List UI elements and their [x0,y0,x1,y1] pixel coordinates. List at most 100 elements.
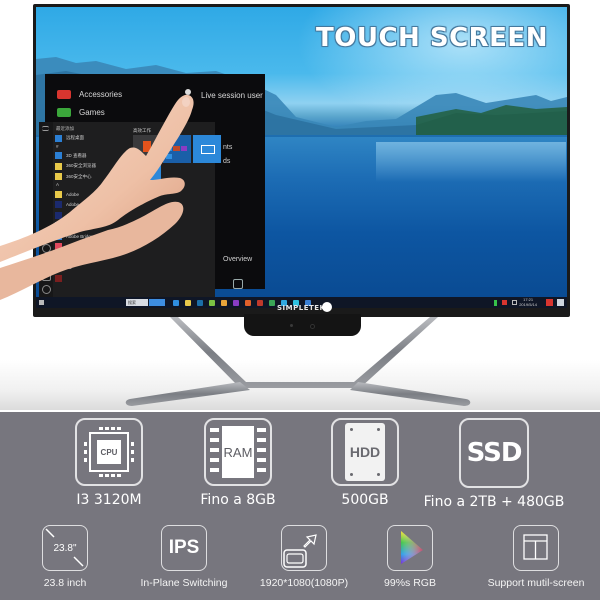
lake-reflection [376,142,566,182]
app-label: Adobe [66,254,80,260]
resolution-icon [281,525,327,571]
split-screen-glyph [523,534,548,560]
app-list-item[interactable]: Adobe [55,252,129,263]
ssd-icon-text: SSD [466,438,523,468]
menu-item-accessories[interactable]: Accessories [57,90,122,99]
feature-resolution: 1920*1080(1080P) [244,525,364,589]
app-list-item[interactable]: Adobe Bridge [55,210,129,221]
app-icon [55,134,62,142]
ips-icon-text: IPS [168,537,200,558]
app-icon [55,243,62,251]
start-menu-rail [39,122,53,297]
app-icon [55,222,62,230]
app-list-letter-header[interactable]: # [55,144,129,151]
app-list-item[interactable]: 360安全浏览器 [55,161,129,172]
partial-menu-item[interactable]: ds [223,158,230,165]
app-icon [55,232,62,240]
settings-icon[interactable] [42,285,51,294]
features-panel: CPU I3 3120M RAM Fino a 8GB HDD 500GB SS… [0,412,600,600]
app-label: Adobe Bridge [66,233,94,239]
document-icon[interactable] [42,258,51,267]
feature-label: 99%s RGB [384,577,436,589]
app-icon [55,152,62,160]
app-list-item[interactable]: 远程桌面 [55,133,129,144]
app-list-item[interactable]: Adobe After Effects [55,200,129,211]
app-label: 360安全浏览器 [66,163,97,169]
app-icon [55,211,62,219]
tile-app[interactable] [133,165,161,193]
app-label: Adobe After Effects [66,202,105,208]
app-icon [55,162,62,170]
app-list-item[interactable]: Adobe [55,189,129,200]
red-folder-icon [57,90,71,99]
app-icon [55,201,62,209]
app-list-item[interactable]: Ad [55,263,129,274]
menu-item-label: Accessories [79,90,123,99]
app-list-item[interactable]: Adobe Bridge [55,231,129,242]
live-session-user[interactable]: Live session user [183,89,263,101]
ram-icon: RAM [204,418,272,486]
monitor-screen: TOUCH SCREEN Accessories Games Live sess… [36,7,567,308]
pictures-icon[interactable] [42,272,51,281]
app-icon [55,274,62,282]
feature-label: I3 3120M [76,492,142,508]
rgb-triangle [401,531,423,564]
ram-icon-text: RAM [222,426,254,478]
app-list-item[interactable]: Adobe Bridge [55,221,129,232]
menu-item-games[interactable]: Games [57,108,105,117]
tile-office[interactable]: Office [133,135,161,163]
app-icon [55,264,62,272]
feature-multi-screen: Support mutil-screen [477,525,595,589]
app-label: 3D 查看器 [66,152,87,158]
overview-link[interactable]: Overview [223,256,252,263]
menu-item-label: Games [79,108,105,117]
touch-screen-title: TOUCH SCREEN [316,23,548,53]
expand-arrow [283,534,317,568]
app-icon [55,253,62,261]
user-icon [183,89,193,101]
mail-icon [201,145,215,154]
partial-menu-item[interactable]: nts [223,144,232,151]
user-label: Live session user [201,90,263,100]
feature-cpu: CPU I3 3120M [34,418,184,508]
feature-color-gamut: 99%s RGB [350,525,470,589]
app-list: 最近添加 远程桌面 #3D 查看器 360安全浏览器 360安全中心 A Adobe Ado… [55,126,129,284]
app-label: Ad [66,265,72,271]
screen-size-icon-text: 23.8" [53,542,77,554]
app-label: 远程桌面 [66,135,84,141]
tile-label: Office [135,156,146,161]
app-label: Adobe [66,191,80,197]
feature-screen-size: 23.8" 23.8 inch [5,525,125,589]
cpu-icon: CPU [75,418,143,486]
tile-mail[interactable] [193,135,221,163]
hamburger-icon[interactable] [42,126,49,131]
app-label: Adobe Bridge [66,212,94,218]
tile-apps-group[interactable] [163,135,191,163]
tiles-header: 高效工作 [133,128,151,133]
feature-label: 23.8 inch [43,577,87,589]
ips-icon: IPS [161,525,207,571]
feature-ssd: SSD Fino a 2TB + 480GB [414,418,574,510]
app-list-item[interactable]: Adobe [55,242,129,253]
color-gamut-icon [387,525,433,571]
app-icon [55,190,62,198]
feature-label: In-Plane Switching [140,577,228,589]
app-label: Adobe Bridge [66,223,94,229]
window-control-icon[interactable] [233,279,243,289]
app-label: 360安全中心 [66,173,92,179]
app-list-item[interactable] [55,273,129,284]
app-label: Adobe [66,244,80,250]
recent-header: 最近添加 [56,126,74,131]
user-avatar-icon[interactable] [42,244,51,253]
app-list-item[interactable]: 360安全中心 [55,172,129,183]
feature-label: 1920*1080(1080P) [259,577,349,589]
app-icon [55,173,62,181]
app-list-item[interactable]: 3D 查看器 [55,151,129,162]
feature-label: Fino a 2TB + 480GB [423,494,565,510]
app-list-letter-header[interactable]: A [55,182,129,189]
cpu-icon-text: CPU [97,440,121,464]
multi-screen-icon [513,525,559,571]
office-icon [143,141,151,152]
start-menu: 最近添加 远程桌面 #3D 查看器 360安全浏览器 360安全中心 A Adobe Ado… [39,122,221,297]
monitor: TOUCH SCREEN Accessories Games Live sess… [33,4,570,317]
